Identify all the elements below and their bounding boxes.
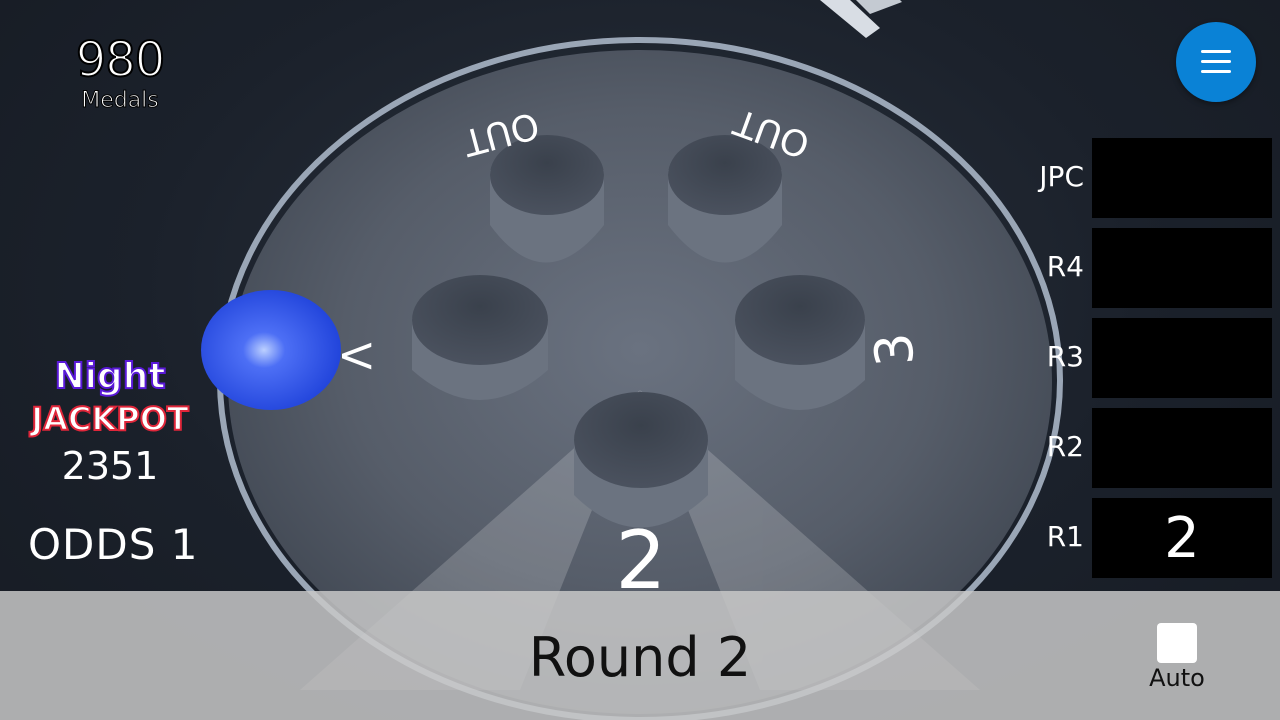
pocket <box>668 135 782 263</box>
row-value-r3 <box>1092 318 1272 398</box>
row-label-r2: R2 <box>1046 430 1084 463</box>
pocket-label-3: 3 <box>864 330 927 368</box>
jackpot-value: 2351 <box>61 444 159 488</box>
medals-count: 980 <box>75 32 167 88</box>
odds-label: ODDS 1 <box>28 520 199 569</box>
round-label: Round 2 <box>528 626 752 689</box>
jackpot-name: Night <box>53 355 166 398</box>
row-label-r1: R1 <box>1046 520 1084 553</box>
auto-label: Auto <box>1149 664 1205 692</box>
pocket <box>574 392 708 528</box>
row-value-r4 <box>1092 228 1272 308</box>
row-value-r1: 2 <box>1092 498 1272 578</box>
rail-piece <box>820 0 902 38</box>
auto-toggle[interactable] <box>1157 623 1197 663</box>
menu-button[interactable] <box>1176 22 1256 102</box>
row-label-r3: R3 <box>1046 340 1084 373</box>
row-value-r2 <box>1092 408 1272 488</box>
pocket <box>412 275 548 400</box>
hamburger-icon <box>1201 50 1231 74</box>
ball <box>201 290 341 410</box>
row-label-r4: R4 <box>1046 250 1084 283</box>
row-label-jpc: JPC <box>1039 160 1084 193</box>
row-value-jpc <box>1092 138 1272 218</box>
jackpot-title: JACKPOT <box>30 399 189 439</box>
medals-label: Medals <box>81 88 160 114</box>
pocket <box>735 275 865 410</box>
pocket <box>490 135 604 263</box>
